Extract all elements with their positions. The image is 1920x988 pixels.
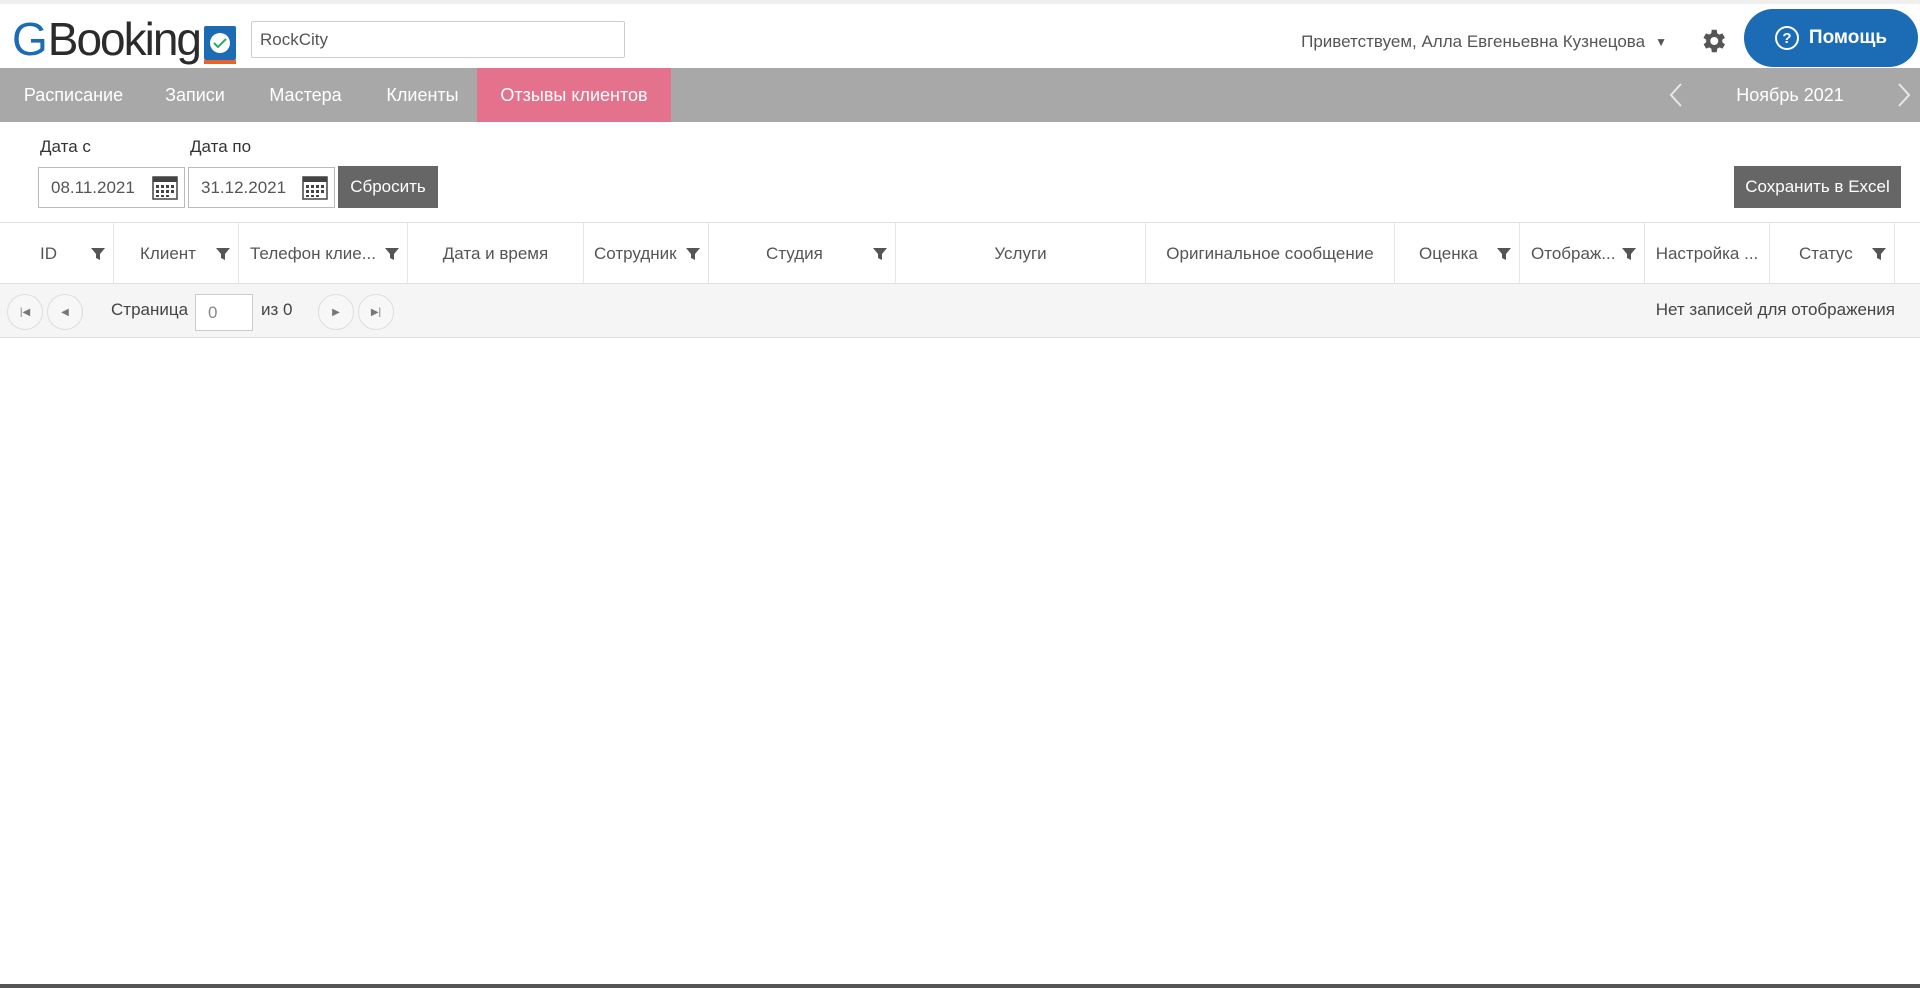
filter-icon[interactable] [686,247,700,261]
nav-item-masters[interactable]: Мастера [243,68,368,122]
prev-page-button[interactable]: ◀ [47,294,83,330]
page-number-input[interactable]: 0 [195,294,253,331]
reviews-table-header: ID Клиент Телефон клие... Дата и время С… [0,222,1920,285]
column-display-label: Отображ... [1531,244,1616,263]
greeting-text: Приветствуем, Алла Евгеньевна Кузнецова [1301,32,1646,51]
calendar-icon[interactable] [152,174,178,200]
column-employee[interactable]: Сотрудник [584,223,709,285]
column-rating[interactable]: Оценка [1395,223,1520,285]
column-client-phone[interactable]: Телефон клие... [239,223,408,285]
company-search-input[interactable]: RockCity [251,21,625,58]
column-datetime[interactable]: Дата и время [408,223,584,285]
filter-icon[interactable] [216,247,230,261]
logo-g-letter: G [12,13,48,65]
date-from-field[interactable]: 08.11.2021 [38,167,185,208]
filter-icon[interactable] [1872,247,1886,261]
column-studio[interactable]: Студия [709,223,896,285]
date-to-label: Дата по [190,137,252,156]
chevron-left-icon[interactable] [1664,82,1690,108]
gear-icon[interactable] [1698,26,1728,56]
filter-icon[interactable] [1622,247,1636,261]
column-rating-label: Оценка [1419,244,1478,263]
page-label: Страница [111,300,189,319]
nav-item-reviews[interactable]: Отзывы клиентов [477,68,671,122]
column-employee-label: Сотрудник [594,244,677,263]
column-client[interactable]: Клиент [114,223,239,285]
logo-check-icon [204,26,237,64]
chevron-right-icon[interactable] [1890,82,1916,108]
last-page-icon: ▶| [370,306,382,318]
date-to-field[interactable]: 31.12.2021 [188,167,335,208]
filter-icon[interactable] [873,247,887,261]
column-studio-label: Студия [766,244,823,263]
help-label: Помощь [1808,27,1888,48]
pager: |◀ ◀ Страница 0 из 0 ▶ ▶| Нет записей дл… [0,284,1920,338]
column-client-phone-label: Телефон клие... [250,244,376,263]
date-to-value: 31.12.2021 [201,178,287,197]
column-id[interactable]: ID [0,223,114,285]
filter-icon[interactable] [1497,247,1511,261]
next-page-button[interactable]: ▶ [318,294,354,330]
column-status[interactable]: Статус [1770,223,1895,285]
column-original-message[interactable]: Оригинальное сообщение [1146,223,1395,285]
calendar-icon[interactable] [302,174,328,200]
date-from-label: Дата с [40,137,91,156]
empty-records-text: Нет записей для отображения [1655,300,1895,319]
nav-item-clients[interactable]: Клиенты [368,68,477,122]
column-status-label: Статус [1799,244,1853,263]
nav-item-appointments[interactable]: Записи [147,68,243,122]
gbooking-logo[interactable]: G Booking [12,13,237,65]
column-display[interactable]: Отображ... [1520,223,1645,285]
column-settings[interactable]: Настройка ... [1645,223,1770,285]
first-page-button[interactable]: |◀ [7,294,43,330]
nav-item-schedule[interactable]: Расписание [0,68,147,122]
filter-icon[interactable] [91,247,105,261]
date-from-value: 08.11.2021 [51,178,135,197]
column-id-label: ID [40,244,57,263]
prev-page-icon: ◀ [61,306,69,318]
column-services[interactable]: Услуги [896,223,1146,285]
column-client-label: Клиент [140,244,196,263]
bottom-border [0,984,1920,988]
question-icon: ? [1774,26,1799,50]
main-nav: Расписание Записи Мастера Клиенты Отзывы… [0,68,1920,122]
first-page-icon: |◀ [19,306,31,318]
export-excel-button[interactable]: Сохранить в Excel [1734,166,1901,208]
reset-button[interactable]: Сбросить [338,166,438,208]
user-menu[interactable]: Приветствуем, Алла Евгеньевна Кузнецова … [1301,32,1667,52]
logo-text: Booking [47,13,202,65]
filter-icon[interactable] [385,247,399,261]
page-count-label: из 0 [261,300,293,319]
next-page-icon: ▶ [332,306,340,318]
top-header: G Booking RockCity Приветствуем, Алла Ев… [0,0,1920,68]
caret-down-icon: ▼ [1655,35,1667,49]
month-label: Ноябрь 2021 [1736,85,1844,105]
last-page-button[interactable]: ▶| [358,294,394,330]
help-button[interactable]: ? Помощь [1744,9,1918,67]
